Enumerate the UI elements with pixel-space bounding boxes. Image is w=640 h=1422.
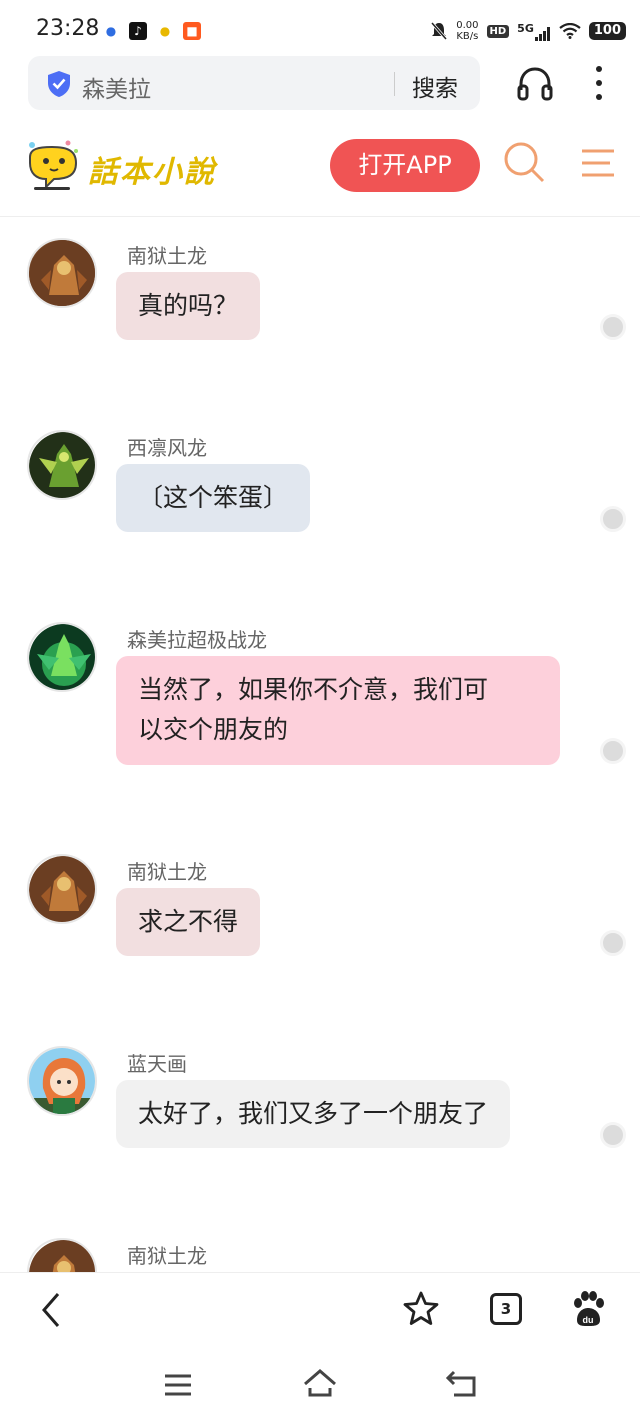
sender-name: 森美拉超极战龙 [127,628,267,652]
avatar-nanyu-tulong[interactable] [27,238,97,308]
search-icon[interactable] [502,140,546,184]
hd-badge: HD [486,24,510,38]
message-bubble: 求之不得 [116,888,261,956]
signal-label: 5G [517,21,534,35]
svg-text:du: du [583,1315,594,1325]
read-status-dot [600,314,626,340]
avatar-lantianhua[interactable] [27,1046,97,1116]
message-bubble: 真的吗？ [116,272,261,340]
net-speed-value: 0.00 [456,20,479,31]
avatar-senmeila[interactable] [27,622,97,692]
battery-indicator: 100 [588,22,626,40]
tabs-icon[interactable]: 3 [490,1293,522,1325]
message-bubble: 太好了，我们又多了一个朋友了 [116,1080,511,1148]
sender-name: 西凛风龙 [127,436,207,460]
home-icon[interactable] [302,1368,338,1398]
browser-bottom-toolbar [0,1272,640,1348]
read-status-dot [600,1122,626,1148]
read-status-dot [600,930,626,956]
read-status-dot [600,506,626,532]
search-button[interactable]: 搜索 [412,69,458,103]
net-speed: 0.00 KB/s [456,20,478,42]
site-logo-text[interactable]: 話本小說 [88,147,216,191]
message-bubble: 〔这个笨蛋〕 [116,464,311,532]
huaben-mascot-logo[interactable] [22,139,82,193]
recent-apps-icon[interactable] [164,1373,192,1397]
douyin-app-icon: ♪ [129,22,147,40]
sender-name: 南狱土龙 [127,1244,207,1268]
status-time: 23:28 [36,16,100,41]
net-speed-unit: KB/s [456,31,479,42]
message-line: 以交个朋友的 [138,715,289,744]
open-app-button[interactable]: 打开APP [330,139,480,192]
read-status-dot [600,738,626,764]
hamburger-menu-icon[interactable] [580,148,616,178]
avatar-nanyu-tulong[interactable] [27,1238,97,1272]
baidu-paw-icon[interactable]: du [570,1290,606,1328]
sender-name: 蓝天画 [127,1052,187,1076]
shield-check-icon [48,71,70,97]
cellular-signal-icon [534,26,550,41]
sender-name: 南狱土龙 [127,244,207,268]
wifi-icon [559,23,581,39]
star-icon[interactable] [402,1290,440,1328]
sender-name: 南狱土龙 [127,860,207,884]
baidu-app-icon: ● [102,22,120,40]
mascot-app-icon: ● [156,22,174,40]
search-query[interactable]: 森美拉 [82,70,151,104]
signal-5g: 5G [517,22,551,41]
message-bubble: 当然了，如果你不介意，我们可 以交个朋友的 [116,656,560,765]
avatar-nanyu-tulong[interactable] [27,854,97,924]
search-divider [394,72,395,96]
system-back-icon[interactable] [446,1370,478,1398]
more-options-icon[interactable] [590,66,608,100]
headphone-icon[interactable] [516,66,554,102]
mute-bell-icon [431,22,448,40]
kuaishou-app-icon: ■ [183,22,201,40]
status-indicators: 0.00 KB/s HD 5G 100 [430,20,626,42]
chevron-left-icon[interactable] [38,1290,64,1330]
avatar-xilin-fenglong[interactable] [27,430,97,500]
status-app-icons: ● ♪ ● ■ [102,22,201,40]
message-line: 当然了，如果你不介意，我们可 [138,675,489,704]
